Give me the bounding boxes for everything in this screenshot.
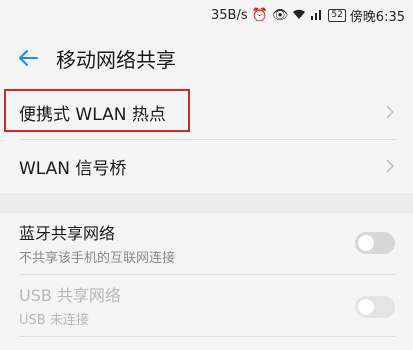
bluetooth-tethering-sublabel: 不共享该手机的互联网连接 [19, 251, 176, 266]
clock: 傍晚6:35 [349, 9, 405, 25]
wifi-icon [292, 8, 306, 23]
signal-icon [310, 8, 324, 23]
eye-icon: 👁 [271, 7, 289, 23]
toggle-knob [358, 299, 374, 315]
highlight-box [4, 89, 190, 132]
toggle-knob [358, 235, 374, 251]
battery-indicator: 52 [328, 8, 346, 22]
divider [19, 336, 395, 337]
usb-tethering-text: USB 共享网络 USB 未连接 [19, 282, 121, 328]
app-bar: 移动网络共享 [0, 30, 413, 86]
bluetooth-tethering-text: 蓝牙共享网络 不共享该手机的互联网连接 [19, 220, 175, 266]
bluetooth-tethering-label: 蓝牙共享网络 [19, 224, 116, 243]
bluetooth-tethering-toggle[interactable] [355, 232, 395, 254]
page-title: 移动网络共享 [56, 47, 176, 72]
wlan-bridge-label: WLAN 信号桥 [19, 158, 127, 179]
usb-tethering-label: USB 共享网络 [19, 286, 121, 305]
list-item-usb-tethering[interactable]: USB 共享网络 USB 未连接 [0, 275, 413, 335]
status-bar: 35B/s ⏰ 👁 52 傍晚6:35 [0, 0, 413, 30]
network-speed: 35B/s [211, 7, 248, 23]
list-item-wlan-bridge[interactable]: WLAN 信号桥 [0, 140, 413, 192]
chevron-right-icon [386, 159, 395, 173]
usb-tethering-toggle[interactable] [355, 296, 395, 318]
list-item-bluetooth-tethering[interactable]: 蓝牙共享网络 不共享该手机的互联网连接 [0, 213, 413, 273]
alarm-icon: ⏰ [251, 7, 268, 23]
usb-tethering-sublabel: USB 未连接 [19, 313, 89, 328]
section-gap [0, 193, 413, 213]
chevron-right-icon [386, 105, 395, 119]
back-arrow-icon[interactable] [0, 30, 56, 86]
